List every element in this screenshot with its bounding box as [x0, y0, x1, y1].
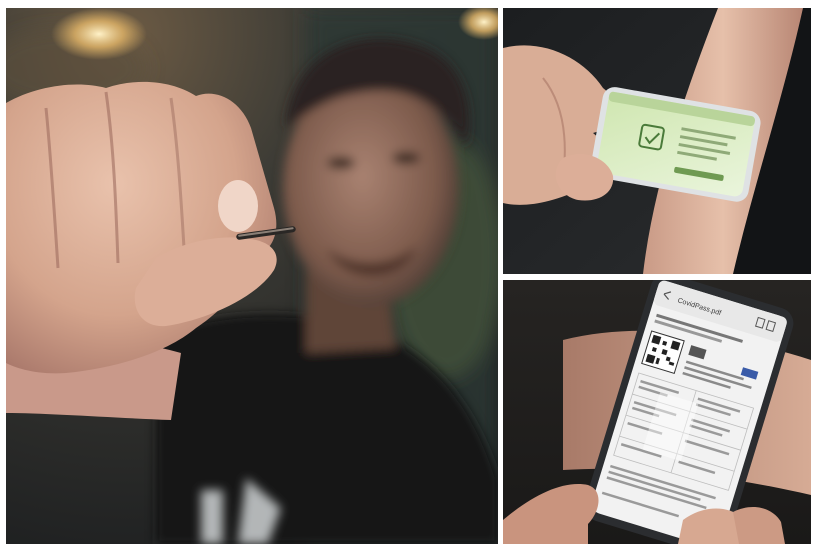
photo-man-holding-chip — [6, 8, 498, 544]
photo-phone-showing-certificate: CovidPass.pdf — [503, 280, 811, 544]
photo-collage: CovidPass.pdf — [0, 0, 814, 544]
photo-phone-scanning-arm-image — [503, 8, 811, 274]
photo-phone-scanning-arm — [503, 8, 811, 274]
photo-phone-showing-certificate-image: CovidPass.pdf — [503, 280, 811, 544]
photo-man-holding-chip-image — [6, 8, 498, 544]
